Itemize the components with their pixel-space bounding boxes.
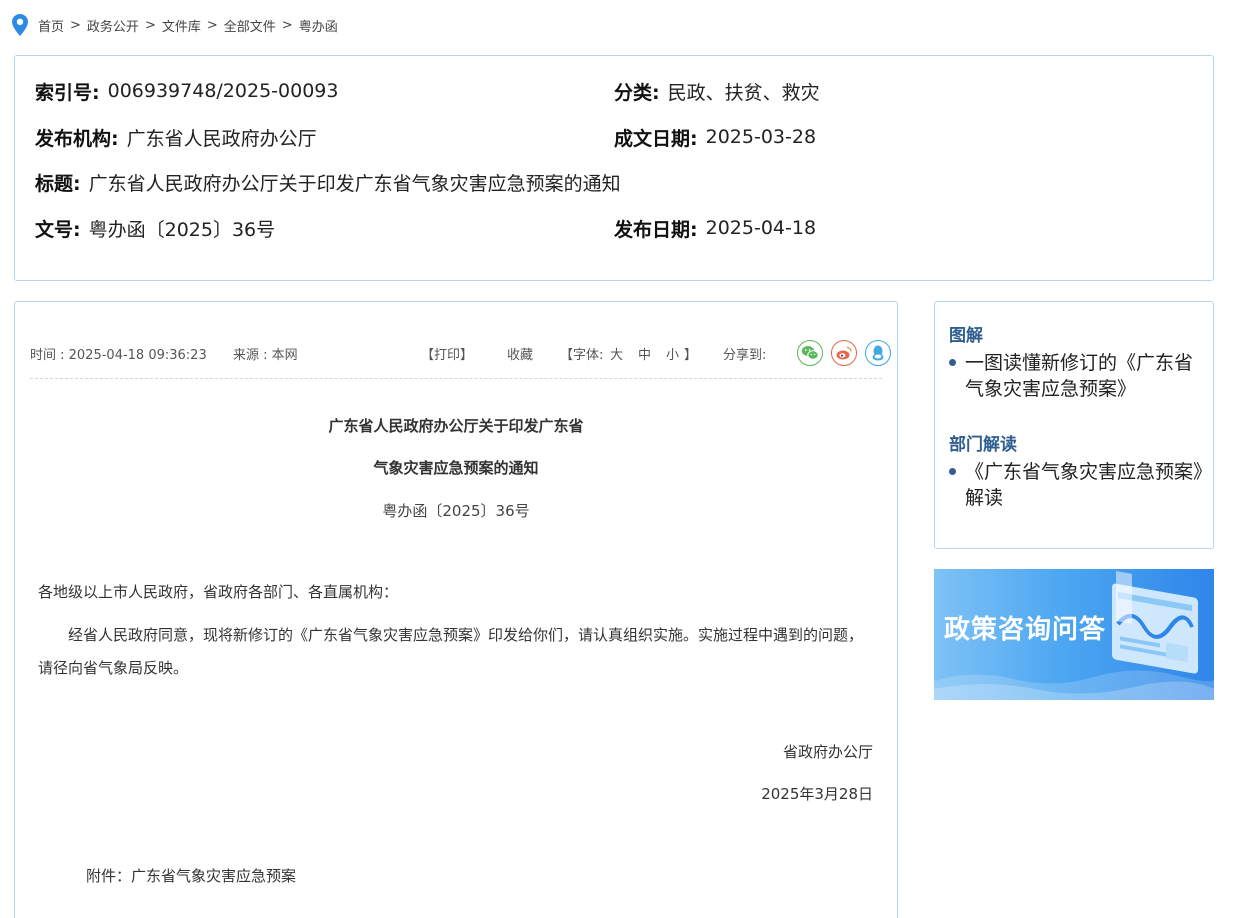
article-title-line1: 广东省人民政府办公厅关于印发广东省 [328,417,584,435]
meta-category-label: 分类: [614,81,660,104]
meta-title-label: 标题: [35,172,81,195]
breadcrumb-separator: > [144,17,156,33]
meta-written-date-value: 2025-03-28 [705,126,817,148]
wechat-icon[interactable] [797,340,823,366]
sidebar-infographic-link-text: 一图读懂新修订的《广东省气象灾害应急预案》 [965,352,1194,400]
meta-index-label: 索引号: [35,81,100,104]
font-small-button[interactable]: 小 [666,344,679,363]
meta-category: 分类: 民政、扶贫、救灾 [614,77,820,105]
article-toolbar: 时间 : 2025-04-18 09:36:23 来源 : 本网 【打印】 收藏… [30,338,891,370]
font-size-prefix: 【字体: [560,348,604,363]
font-large-button[interactable]: 大 [610,344,623,363]
sidebar-infographic-heading: 图解 [949,326,983,346]
meta-docnum-label: 文号: [35,218,81,241]
meta-docnum-value: 粤办函〔2025〕36号 [88,218,276,241]
article-salutation: 各地级以上市人民政府，省政府各部门、各直属机构： [38,583,399,601]
print-button[interactable]: 【打印】 [421,344,473,363]
article-panel: 时间 : 2025-04-18 09:36:23 来源 : 本网 【打印】 收藏… [14,301,898,918]
article-signature: 省政府办公厅 [782,743,873,761]
sidebar-interpretation-link[interactable]: 《广东省气象灾害应急预案》解读 [949,459,1205,511]
source: 来源 : 本网 [233,348,298,363]
breadcrumb-separator: > [70,17,81,33]
sidebar-infographic-link[interactable]: 一图读懂新修订的《广东省气象灾害应急预案》 [949,350,1205,402]
article-sign-date: 2025年3月28日 [761,785,873,803]
breadcrumb-home[interactable]: 首页 [38,16,64,35]
font-size-suffix: 】 [684,348,698,363]
article-doc-number: 粤办函〔2025〕36号 [382,502,530,520]
breadcrumb-gov-affairs[interactable]: 政务公开 [87,16,139,35]
publish-time: 时间 : 2025-04-18 09:36:23 [30,348,207,363]
breadcrumb-file-library[interactable]: 文件库 [162,16,201,35]
meta-publisher: 发布机构: 广东省人民政府办公厅 [35,123,317,151]
meta-publish-date-label: 发布日期: [614,218,698,241]
meta-category-value: 民政、扶贫、救灾 [667,81,820,104]
breadcrumb-all-files[interactable]: 全部文件 [224,16,276,35]
weibo-icon[interactable] [831,340,857,366]
article-title-line2: 气象灾害应急预案的通知 [373,459,539,477]
meta-docnum: 文号: 粤办函〔2025〕36号 [35,214,275,242]
meta-title: 标题: 广东省人民政府办公厅关于印发广东省气象灾害应急预案的通知 [35,168,621,196]
meta-publisher-label: 发布机构: [35,127,119,150]
sidebar-related-panel: 图解 一图读懂新修订的《广东省气象灾害应急预案》 部门解读 《广东省气象灾害应急… [934,301,1214,549]
font-medium-button[interactable]: 中 [638,344,651,363]
sidebar-interpretation-heading: 部门解读 [949,435,1017,455]
meta-index: 索引号: 006939748/2025-00093 [35,77,338,105]
sidebar-interpretation-link-text: 《广东省气象灾害应急预案》解读 [965,461,1203,509]
article-body: 经省人民政府同意，现将新修订的《广东省气象灾害应急预案》印发给你们，请认真组织实… [38,626,864,677]
meta-publish-date: 发布日期: 2025-04-18 [614,214,816,242]
meta-written-date: 成文日期: 2025-03-28 [614,123,816,151]
policy-consultation-banner[interactable]: 政策咨询问答 [934,569,1214,700]
banner-text: 政策咨询问答 [944,615,1107,645]
meta-written-date-label: 成文日期: [614,127,698,150]
favorite-button[interactable]: 收藏 [507,344,533,363]
breadcrumb: 首页 > 政务公开 > 文件库 > 全部文件 > 粤办函 [12,14,338,36]
share-label: 分享到: [723,348,767,363]
meta-publish-date-value: 2025-04-18 [705,217,817,239]
toolbar-divider [30,378,882,379]
qq-icon[interactable] [865,340,891,366]
article-attachment[interactable]: 附件：广东省气象灾害应急预案 [86,860,786,893]
bullet-dot [949,359,956,366]
bullet-dot [949,468,956,475]
breadcrumb-separator: > [281,17,293,33]
document-metadata-panel: 索引号: 006939748/2025-00093 分类: 民政、扶贫、救灾 发… [14,55,1214,281]
location-pin-icon [12,14,28,36]
meta-index-value: 006939748/2025-00093 [107,80,339,102]
breadcrumb-current[interactable]: 粤办函 [299,16,338,35]
meta-title-value: 广东省人民政府办公厅关于印发广东省气象灾害应急预案的通知 [88,172,621,195]
breadcrumb-separator: > [206,17,218,33]
meta-publisher-value: 广东省人民政府办公厅 [126,127,317,150]
